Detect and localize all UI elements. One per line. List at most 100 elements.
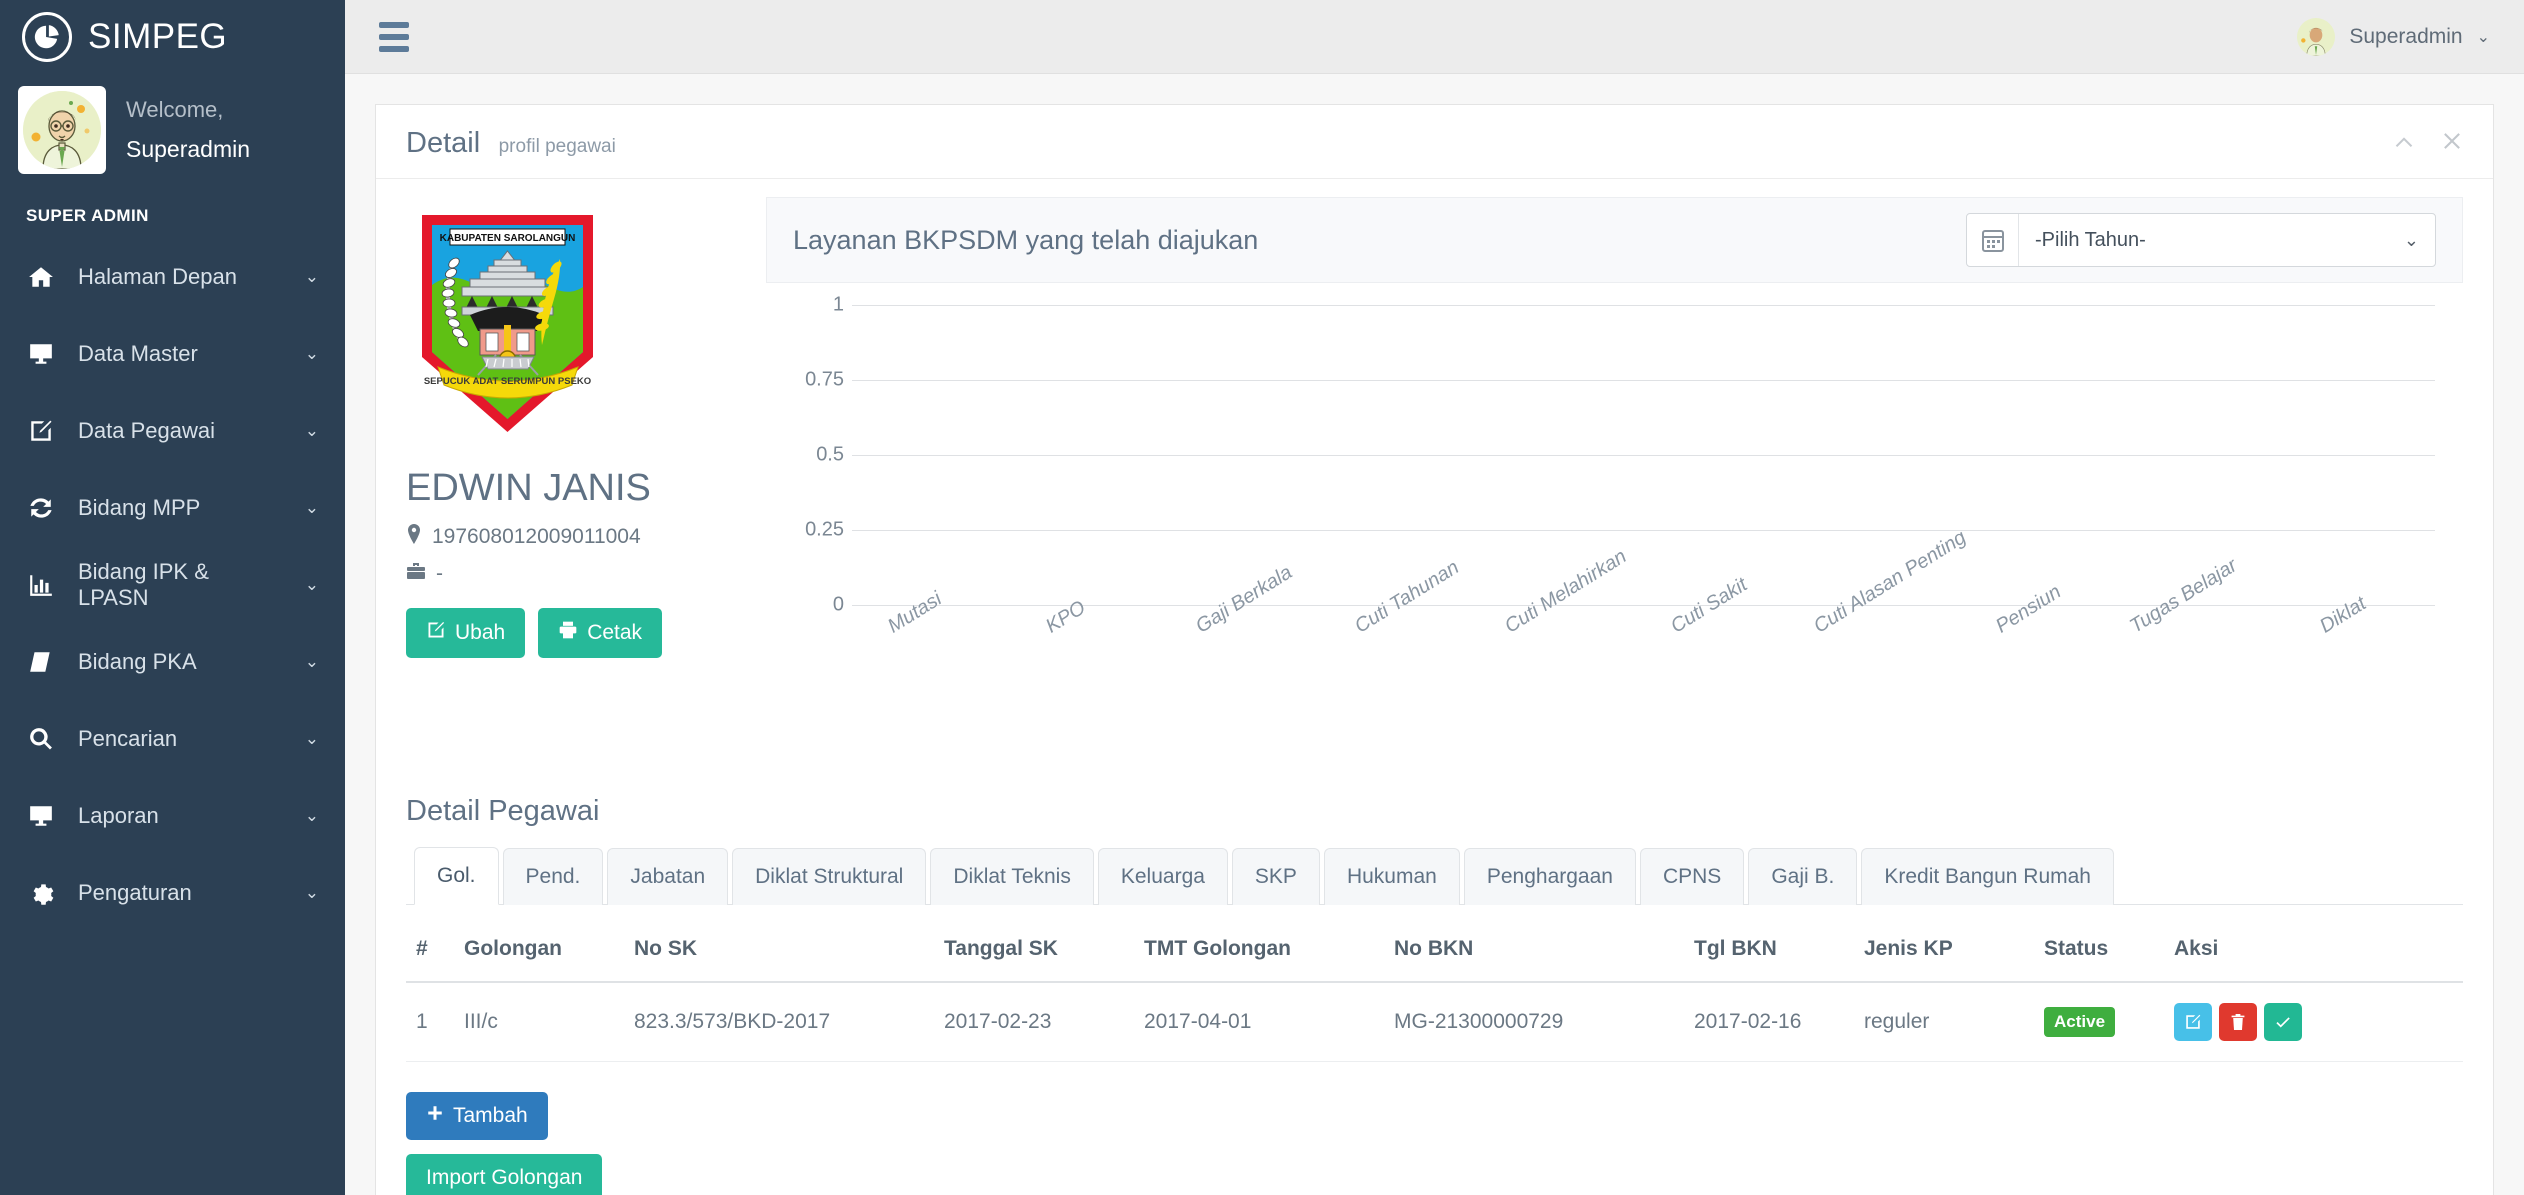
tambah-button[interactable]: Tambah bbox=[406, 1092, 548, 1140]
trash-icon[interactable] bbox=[2219, 1003, 2257, 1041]
sidebar-item-halaman-depan[interactable]: Halaman Depan ⌄ bbox=[0, 238, 345, 315]
cell-tanggal-sk: 2017-02-23 bbox=[934, 982, 1134, 1062]
services-bar-chart: 1 0.75 0.5 0.25 0 Mutasi KPO Gaji Berkal… bbox=[766, 294, 2463, 775]
sidebar-item-data-master[interactable]: Data Master ⌄ bbox=[0, 315, 345, 392]
hamburger-icon[interactable] bbox=[373, 16, 415, 58]
cell-aksi bbox=[2164, 982, 2463, 1062]
main-area: Superadmin ⌄ Detail profil pegawai KABUP… bbox=[345, 0, 2524, 1195]
detail-pegawai-title: Detail Pegawai bbox=[406, 795, 600, 827]
employee-nip: 197608012009011004 bbox=[432, 525, 641, 548]
year-select-value: -Pilih Tahun- bbox=[2035, 228, 2146, 251]
chevron-down-icon: ⌄ bbox=[304, 420, 319, 440]
pie-chart-icon bbox=[22, 12, 72, 62]
sidebar-item-label: Bidang PKA bbox=[78, 648, 197, 674]
topbar: Superadmin ⌄ bbox=[345, 0, 2524, 74]
book-icon bbox=[26, 649, 56, 675]
home-icon bbox=[26, 264, 56, 290]
column-header-no-sk: No SK bbox=[624, 915, 934, 983]
svg-text:SEPUCUK ADAT SERUMPUN PSEKO: SEPUCUK ADAT SERUMPUN PSEKO bbox=[424, 376, 591, 387]
plus-icon bbox=[426, 1104, 444, 1128]
tab-gaji-b[interactable]: Gaji B. bbox=[1748, 848, 1858, 905]
pencil-square-icon bbox=[426, 620, 446, 646]
panel-body: KABUPATEN SAROLANGUN SEPUCUK ADAT SERUMP… bbox=[376, 179, 2493, 775]
chevron-up-icon[interactable] bbox=[2393, 130, 2415, 158]
tab-kredit-bangun-rumah[interactable]: Kredit Bangun Rumah bbox=[1861, 848, 2114, 905]
ubah-button-label: Ubah bbox=[455, 621, 506, 644]
y-tick-label: 0.5 bbox=[816, 443, 844, 466]
map-marker-icon bbox=[406, 524, 422, 550]
chevron-down-icon: ⌄ bbox=[304, 497, 319, 517]
refresh-icon bbox=[26, 495, 56, 521]
tab-hukuman[interactable]: Hukuman bbox=[1323, 848, 1460, 905]
tab-gol[interactable]: Gol. bbox=[414, 847, 499, 905]
tab-diklat-struktural[interactable]: Diklat Struktural bbox=[732, 848, 927, 905]
detail-panel: Detail profil pegawai KABUPATEN SAROLANG… bbox=[375, 104, 2494, 1195]
chart-y-axis: 1 0.75 0.5 0.25 0 bbox=[766, 294, 844, 616]
cell-num: 1 bbox=[406, 982, 454, 1062]
sidebar-nav: Halaman Depan ⌄ Data Master ⌄ Data Pegaw… bbox=[0, 238, 345, 931]
tambah-button-label: Tambah bbox=[453, 1104, 528, 1127]
profile-buttons: Ubah Cetak bbox=[406, 608, 736, 658]
cell-tmt-golongan: 2017-04-01 bbox=[1134, 982, 1384, 1062]
column-header-tgl-bkn: Tgl BKN bbox=[1684, 915, 1854, 983]
employee-nip-row: 197608012009011004 bbox=[406, 524, 736, 550]
bar-chart-icon bbox=[26, 572, 56, 598]
page-title: Detail bbox=[406, 127, 481, 159]
avatar bbox=[2297, 17, 2336, 56]
kabupaten-emblem-icon: KABUPATEN SAROLANGUN SEPUCUK ADAT SERUMP… bbox=[410, 207, 605, 437]
tab-pend[interactable]: Pend. bbox=[502, 848, 604, 905]
ubah-button[interactable]: Ubah bbox=[406, 608, 526, 658]
sidebar-item-label: Data Master bbox=[78, 340, 198, 366]
y-tick-label: 1 bbox=[832, 293, 844, 316]
y-tick-label: 0.25 bbox=[805, 518, 844, 541]
cell-golongan: III/c bbox=[454, 982, 624, 1062]
edit-square-icon bbox=[26, 418, 56, 444]
tab-penghargaan[interactable]: Penghargaan bbox=[1463, 848, 1636, 905]
year-select[interactable]: -Pilih Tahun- ⌄ bbox=[1966, 213, 2436, 267]
check-icon[interactable] bbox=[2264, 1003, 2302, 1041]
topbar-user-menu[interactable]: Superadmin ⌄ bbox=[2297, 17, 2490, 56]
status-badge: Active bbox=[2044, 1007, 2116, 1037]
profile-column: KABUPATEN SAROLANGUN SEPUCUK ADAT SERUMP… bbox=[406, 197, 736, 775]
chart-title: Layanan BKPSDM yang telah diajukan bbox=[793, 224, 1259, 255]
sidebar-item-pencarian[interactable]: Pencarian ⌄ bbox=[0, 700, 345, 777]
chart-column: Layanan BKPSDM yang telah diajukan -Pili… bbox=[766, 197, 2463, 775]
import-golongan-button[interactable]: Import Golongan bbox=[406, 1154, 603, 1195]
column-header-golongan: Golongan bbox=[454, 915, 624, 983]
table-row: 1 III/c 823.3/573/BKD-2017 2017-02-23 20… bbox=[406, 982, 2463, 1062]
sidebar-user: Welcome, Superadmin bbox=[0, 74, 345, 192]
column-header-tanggal-sk: Tanggal SK bbox=[934, 915, 1134, 983]
tab-cpns[interactable]: CPNS bbox=[1639, 848, 1745, 905]
column-header-tmt-golongan: TMT Golongan bbox=[1134, 915, 1384, 983]
content-area: Detail profil pegawai KABUPATEN SAROLANG… bbox=[345, 74, 2524, 1195]
chevron-down-icon: ⌄ bbox=[2403, 229, 2419, 250]
sidebar-item-label: Laporan bbox=[78, 802, 159, 828]
app-root: SIMPEG Welcome, Superadmin SUPER ADMIN H… bbox=[0, 0, 2524, 1195]
panel-header: Detail profil pegawai bbox=[376, 105, 2493, 179]
cell-no-sk: 823.3/573/BKD-2017 bbox=[624, 982, 934, 1062]
close-icon[interactable] bbox=[2441, 130, 2463, 158]
tab-jabatan[interactable]: Jabatan bbox=[607, 848, 729, 905]
cell-jenis-kp: reguler bbox=[1854, 982, 2034, 1062]
column-header-no-bkn: No BKN bbox=[1384, 915, 1684, 983]
sidebar-item-laporan[interactable]: Laporan ⌄ bbox=[0, 777, 345, 854]
tab-skp[interactable]: SKP bbox=[1231, 848, 1320, 905]
sidebar-item-label: Data Pegawai bbox=[78, 417, 215, 443]
table-header-row: # Golongan No SK Tanggal SK TMT Golongan… bbox=[406, 915, 2463, 983]
golongan-table: # Golongan No SK Tanggal SK TMT Golongan… bbox=[406, 915, 2463, 1062]
welcome-label: Welcome, bbox=[126, 97, 224, 123]
tab-diklat-teknis[interactable]: Diklat Teknis bbox=[930, 848, 1094, 905]
sidebar-item-bidang-mpp[interactable]: Bidang MPP ⌄ bbox=[0, 469, 345, 546]
column-header-status: Status bbox=[2034, 915, 2164, 983]
sidebar-item-pengaturan[interactable]: Pengaturan ⌄ bbox=[0, 854, 345, 931]
sidebar-item-bidang-pka[interactable]: Bidang PKA ⌄ bbox=[0, 623, 345, 700]
cell-no-bkn: MG-21300000729 bbox=[1384, 982, 1684, 1062]
detail-tabs: Gol. Pend. Jabatan Diklat Struktural Dik… bbox=[406, 846, 2463, 905]
sidebar-item-bidang-ipk-lpasn[interactable]: Bidang IPK & LPASN ⌄ bbox=[0, 546, 345, 623]
brand[interactable]: SIMPEG bbox=[0, 0, 345, 74]
sidebar-item-data-pegawai[interactable]: Data Pegawai ⌄ bbox=[0, 392, 345, 469]
cetak-button[interactable]: Cetak bbox=[538, 608, 663, 658]
briefcase-icon bbox=[406, 562, 426, 586]
edit-icon[interactable] bbox=[2174, 1003, 2212, 1041]
tab-keluarga[interactable]: Keluarga bbox=[1097, 848, 1228, 905]
